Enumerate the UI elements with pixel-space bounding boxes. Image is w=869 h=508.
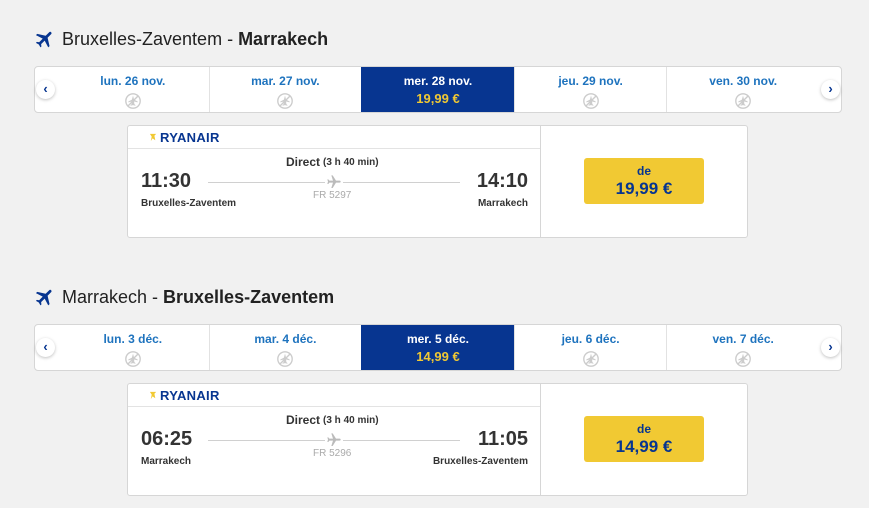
chevron-right-icon: › — [821, 338, 840, 357]
route-separator: - — [152, 286, 159, 307]
airline-name: RYANAIR — [160, 129, 220, 145]
route-origin: Marrakech — [62, 286, 148, 307]
date-tab[interactable]: mar. 4 déc. — [208, 325, 362, 370]
airline-name: RYANAIR — [160, 387, 220, 403]
date-label: mar. 27 nov. — [251, 74, 320, 88]
date-price: 19,99 € — [416, 91, 460, 106]
fare-price: 19,99 € — [615, 179, 673, 198]
next-dates-button[interactable]: › — [819, 67, 841, 112]
direct-label: Direct — [286, 155, 321, 169]
date-tab[interactable]: ven. 30 nov. — [666, 67, 819, 112]
chevron-left-icon: ‹ — [36, 80, 55, 99]
no-flight-icon — [735, 93, 752, 109]
date-label: ven. 7 déc. — [712, 332, 774, 346]
chevron-left-icon: ‹ — [36, 338, 55, 357]
date-label: mer. 5 déc. — [406, 332, 469, 346]
no-flight-icon — [124, 351, 141, 367]
date-tab-selected[interactable]: mer. 28 nov. 19,99 € — [361, 67, 514, 112]
departure-time: 06:25 — [141, 428, 193, 450]
departure-time: 11:30 — [141, 170, 192, 192]
route-separator: - — [227, 28, 234, 49]
prev-dates-button[interactable]: ‹ — [35, 67, 57, 112]
airline-header: RYANAIR — [128, 126, 540, 149]
route-destination: Bruxelles-Zaventem — [163, 286, 335, 307]
flight-type: Direct (3 h 40 min) — [286, 155, 379, 169]
price-prefix: de — [636, 164, 651, 178]
direct-label: Direct — [286, 413, 321, 427]
price-prefix: de — [636, 422, 651, 436]
arrival-time: 14:10 — [476, 170, 528, 192]
date-tab-selected[interactable]: mer. 5 déc. 14,99 € — [361, 325, 514, 370]
next-dates-button[interactable]: › — [819, 325, 841, 370]
fare-price: 14,99 € — [615, 437, 673, 456]
ryanair-harp-logo — [149, 391, 157, 399]
date-label: lun. 26 nov. — [100, 74, 166, 88]
flight-duration: (3 h 40 min) — [323, 415, 379, 426]
flight-card: RYANAIR 06:25 Marrakech Direct (3 h 40 mi… — [127, 383, 748, 496]
airplane-icon — [35, 289, 52, 306]
flight-type: Direct (3 h 40 min) — [286, 413, 379, 427]
airplane-icon — [35, 31, 52, 48]
no-flight-icon — [277, 93, 294, 109]
route-header: Marrakech - Bruxelles-Zaventem — [34, 284, 334, 310]
no-flight-icon — [124, 93, 141, 109]
date-selector: ‹ lun. 26 nov. mar. 27 nov. mer. 28 nov.… — [34, 66, 842, 113]
route-destination: Marrakech — [238, 28, 329, 49]
select-fare-button[interactable]: de 19,99 € — [584, 158, 704, 204]
arrival-time: 11:05 — [477, 428, 528, 450]
ryanair-harp-logo — [149, 133, 157, 141]
no-flight-icon — [582, 351, 599, 367]
select-fare-button[interactable]: de 14,99 € — [584, 416, 704, 462]
date-tab[interactable]: lun. 26 nov. — [57, 67, 209, 112]
date-label: mer. 28 nov. — [403, 74, 473, 88]
no-flight-icon — [277, 351, 294, 367]
flight-card: RYANAIR 11:30 Bruxelles-Zaventem Direct(… — [127, 125, 748, 238]
date-price: 14,99 € — [416, 349, 460, 364]
date-tab[interactable]: ven. 7 déc. — [666, 325, 819, 370]
prev-dates-button[interactable]: ‹ — [35, 325, 57, 370]
route-header: Bruxelles-Zaventem - Marrakech — [34, 26, 328, 52]
date-label: mar. 4 déc. — [254, 332, 317, 346]
flight-duration: (3 h 40 min) — [323, 157, 379, 168]
flight-number: FR 5296 — [313, 448, 352, 459]
date-selector: ‹ lun. 3 déc. mar. 4 déc. mer. 5 déc. 14… — [34, 324, 842, 371]
date-tab[interactable]: mar. 27 nov. — [208, 67, 362, 112]
date-label: ven. 30 nov. — [709, 74, 778, 88]
date-tab[interactable]: jeu. 29 nov. — [513, 67, 667, 112]
no-flight-icon — [582, 93, 599, 109]
date-tab[interactable]: jeu. 6 déc. — [513, 325, 667, 370]
departure-city: Bruxelles-Zaventem — [141, 198, 237, 209]
chevron-right-icon: › — [821, 80, 840, 99]
departure-city: Marrakech — [141, 456, 192, 467]
date-label: jeu. 29 nov. — [558, 74, 623, 88]
airplane-icon — [325, 431, 343, 449]
flight-details: RYANAIR 11:30 Bruxelles-Zaventem Direct(… — [128, 126, 541, 237]
date-label: jeu. 6 déc. — [561, 332, 620, 346]
no-flight-icon — [735, 351, 752, 367]
arrival-city: Marrakech — [477, 198, 528, 209]
arrival-city: Bruxelles-Zaventem — [432, 456, 528, 467]
flight-number: FR 5297 — [313, 190, 352, 201]
date-tab[interactable]: lun. 3 déc. — [57, 325, 209, 370]
airline-header: RYANAIR — [128, 384, 540, 407]
date-label: lun. 3 déc. — [103, 332, 163, 346]
airplane-icon — [325, 173, 343, 191]
route-origin: Bruxelles-Zaventem — [62, 28, 223, 49]
flight-details: RYANAIR 06:25 Marrakech Direct (3 h 40 mi… — [128, 384, 541, 495]
